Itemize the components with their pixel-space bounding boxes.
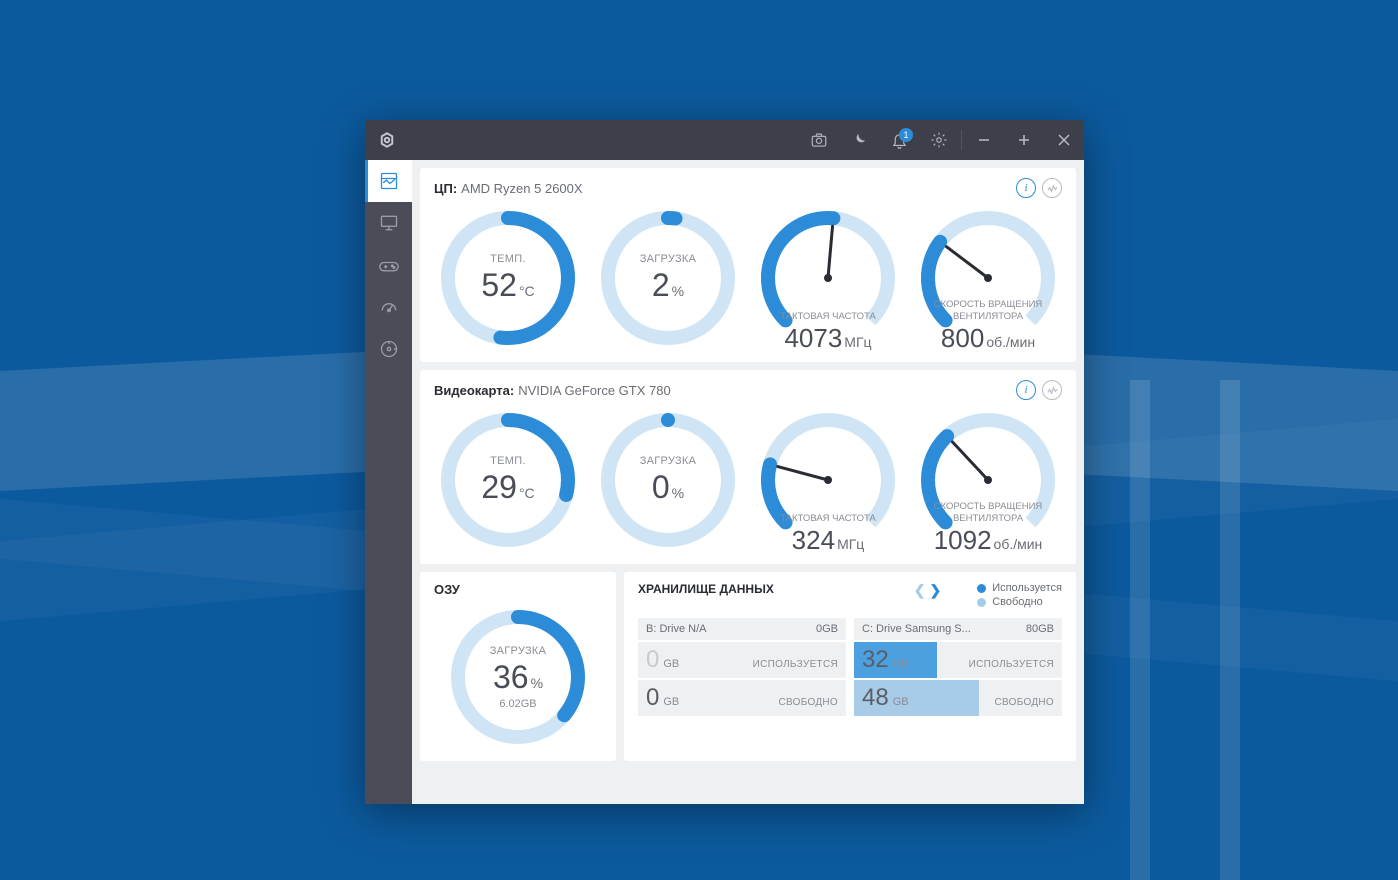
ram-panel: ОЗУ ЗАГРУЗКА 36% 6.02GB (420, 572, 616, 761)
cpu-name: AMD Ryzen 5 2600X (461, 181, 582, 196)
drive-header: B: Drive N/A0GB (638, 618, 846, 640)
cpu-graph-button[interactable] (1042, 178, 1062, 198)
sidebar-item-games[interactable] (365, 244, 412, 286)
drive-used-row: 0 GB ИСПОЛЬЗУЕТСЯ (638, 642, 846, 678)
drive-header: C: Drive Samsung S...80GB (854, 618, 1062, 640)
app-window: 1 (365, 120, 1084, 804)
drive-item: C: Drive Samsung S...80GB 32 GB ИСПОЛЬЗУ… (854, 618, 1062, 718)
legend-used-label: Используется (992, 582, 1062, 594)
sidebar-item-monitor[interactable] (365, 202, 412, 244)
storage-prev-button[interactable]: ❮ (914, 582, 926, 599)
legend-used-dot (977, 584, 986, 593)
cpu-panel: ЦП: AMD Ryzen 5 2600X i ТЕМП. 52°C ЗАГРУ… (420, 168, 1076, 362)
gpu-clock-gauge: ТАКТОВАЯ ЧАСТОТА 324МГц (754, 406, 902, 554)
drive-item: B: Drive N/A0GB 0 GB ИСПОЛЬЗУЕТСЯ 0 GB С… (638, 618, 846, 718)
storage-next-button[interactable]: ❯ (929, 582, 941, 599)
storage-panel: ХРАНИЛИЩЕ ДАННЫХ ❮ ❯ Используется Свобод… (624, 572, 1076, 761)
gpu-panel: Видеокарта: NVIDIA GeForce GTX 780 i ТЕМ… (420, 370, 1076, 564)
drive-free-row: 48 GB СВОБОДНО (854, 680, 1062, 716)
legend-free-dot (977, 598, 986, 607)
close-button[interactable] (1044, 120, 1084, 160)
cpu-temp-gauge: ТЕМП. 52°C (434, 204, 582, 352)
drive-free-row: 0 GB СВОБОДНО (638, 680, 846, 716)
cpu-fan-gauge: СКОРОСТЬ ВРАЩЕНИЯ ВЕНТИЛЯТОРА 800об./мин (914, 204, 1062, 352)
gpu-temp-gauge: ТЕМП. 29°C (434, 406, 582, 554)
screenshot-button[interactable] (799, 120, 839, 160)
cpu-clock-gauge: ТАКТОВАЯ ЧАСТОТА 4073МГц (754, 204, 902, 352)
gpu-fan-gauge: СКОРОСТЬ ВРАЩЕНИЯ ВЕНТИЛЯТОРА 1092об./ми… (914, 406, 1062, 554)
sidebar-item-storage[interactable] (365, 328, 412, 370)
maximize-button[interactable] (1004, 120, 1044, 160)
dark-mode-button[interactable] (839, 120, 879, 160)
sidebar-item-dashboard[interactable] (365, 160, 412, 202)
legend-free-label: Свободно (992, 596, 1043, 608)
gpu-load-gauge: ЗАГРУЗКА 0% (594, 406, 742, 554)
cpu-label: ЦП: (434, 181, 457, 196)
titlebar: 1 (365, 120, 1084, 160)
gpu-graph-button[interactable] (1042, 380, 1062, 400)
drive-used-row: 32 GB ИСПОЛЬЗУЕТСЯ (854, 642, 1062, 678)
main-content: ЦП: AMD Ryzen 5 2600X i ТЕМП. 52°C ЗАГРУ… (412, 160, 1084, 804)
storage-title: ХРАНИЛИЩЕ ДАННЫХ (638, 582, 774, 598)
ram-title: ОЗУ (434, 582, 460, 597)
settings-button[interactable] (919, 120, 959, 160)
cpu-load-gauge: ЗАГРУЗКА 2% (594, 204, 742, 352)
gpu-info-button[interactable]: i (1016, 380, 1036, 400)
gpu-name: NVIDIA GeForce GTX 780 (518, 383, 670, 398)
sidebar (365, 160, 412, 804)
cpu-info-button[interactable]: i (1016, 178, 1036, 198)
ram-gauge: ЗАГРУЗКА 36% 6.02GB (444, 603, 592, 751)
minimize-button[interactable] (964, 120, 1004, 160)
app-logo-icon (377, 130, 397, 150)
sidebar-item-benchmark[interactable] (365, 286, 412, 328)
drives-container: B: Drive N/A0GB 0 GB ИСПОЛЬЗУЕТСЯ 0 GB С… (638, 618, 1062, 718)
storage-legend: Используется Свободно (977, 582, 1062, 610)
gpu-label: Видеокарта: (434, 383, 514, 398)
notifications-button[interactable]: 1 (879, 120, 919, 160)
notification-badge: 1 (899, 128, 913, 142)
